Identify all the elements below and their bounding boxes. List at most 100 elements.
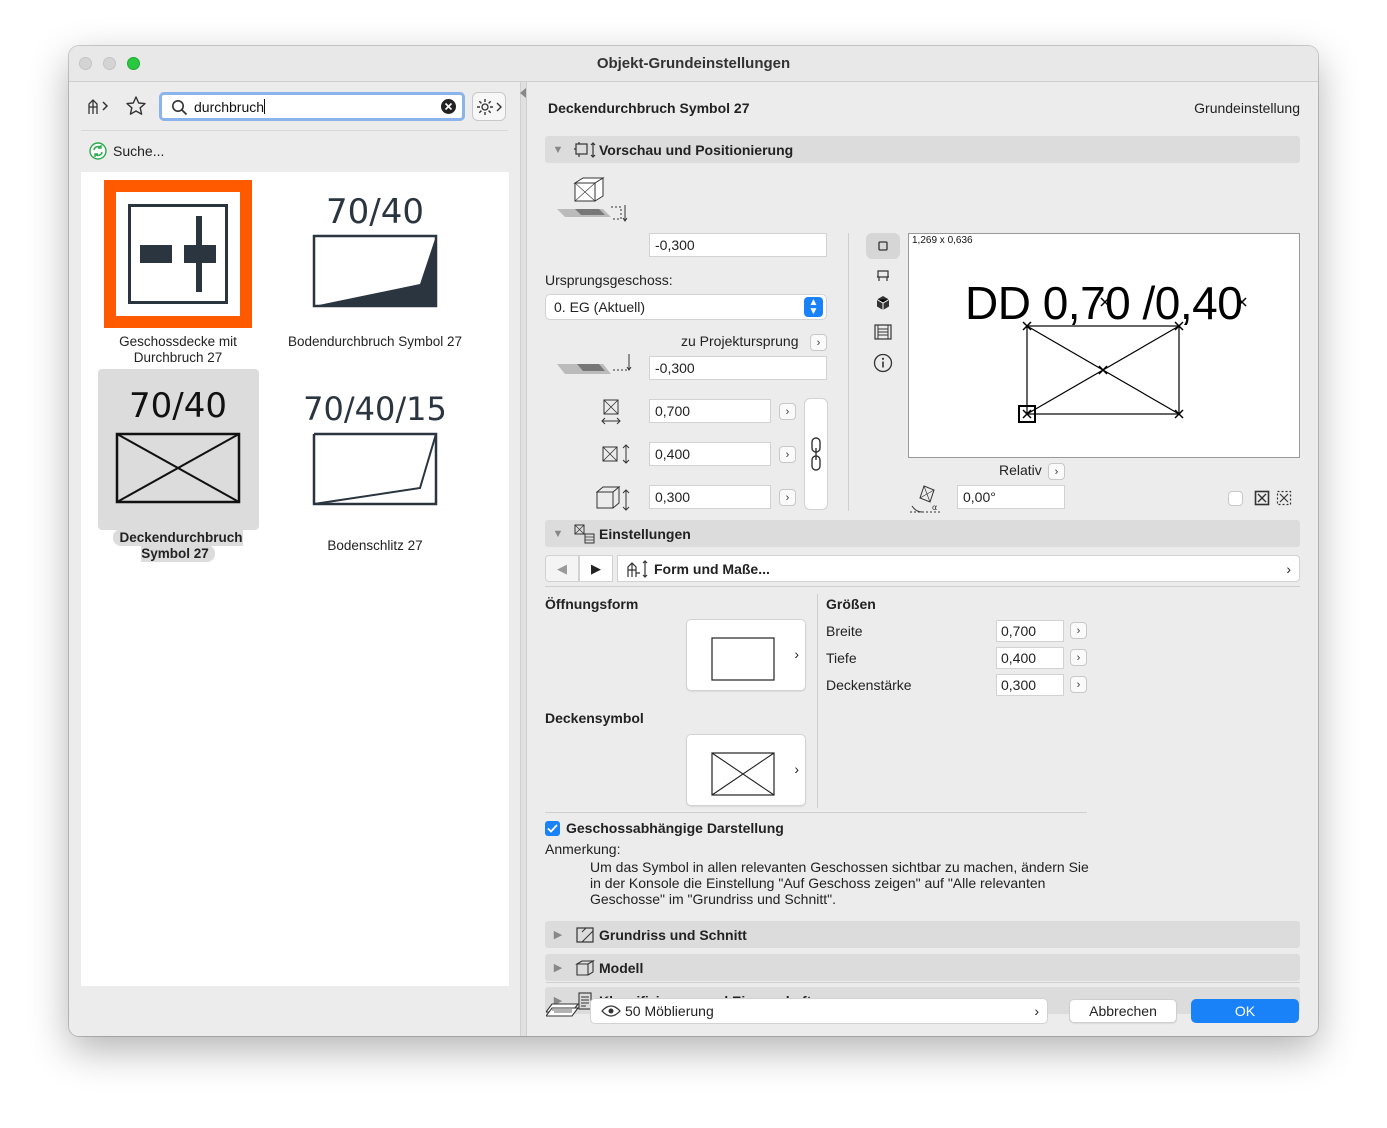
object-tile-label: Bodenschlitz 27 <box>327 538 423 553</box>
floorplan-view-button[interactable] <box>866 233 900 259</box>
checkmark-icon <box>547 824 558 833</box>
depth-input[interactable]: 0,400 <box>649 442 771 466</box>
object-thumbnail <box>104 180 252 328</box>
section-title: Grundriss und Schnitt <box>599 926 747 943</box>
expand-triangle-icon: ▶ <box>553 962 563 974</box>
ok-button[interactable]: OK <box>1191 999 1299 1023</box>
project-origin-toggle[interactable]: › <box>810 334 827 351</box>
origin-offset-icon <box>557 354 632 374</box>
chevron-right-icon: › <box>794 761 799 777</box>
width-input[interactable]: 0,700 <box>649 399 771 423</box>
section-floorplan-section[interactable]: ▶ Grundriss und Schnitt <box>545 921 1300 948</box>
note-text: Um das Symbol in allen relevanten Gescho… <box>590 859 1089 907</box>
object-tile-bodendurchbruch[interactable]: 70/40 Bodendurchbruch Symbol 27 <box>285 180 465 350</box>
object-tile-label: Geschossdecke mit Durchbruch 27 <box>119 334 237 365</box>
crossed-rectangle-icon <box>711 752 775 796</box>
slab-symbol-picker[interactable]: › <box>686 734 806 806</box>
size-depth-input[interactable]: 0,400 <box>996 647 1064 669</box>
slab-symbol-label: Deckensymbol <box>545 710 644 726</box>
object-thumbnail: 70/40 <box>93 376 263 524</box>
settings-panel: Deckendurchbruch Symbol 27 Grundeinstell… <box>528 82 1318 1036</box>
object-caption: 70/40 <box>129 386 227 426</box>
size-width-label: Breite <box>826 623 863 639</box>
mirror-dashed-icon[interactable] <box>1276 490 1292 506</box>
object-tile-geschossdecke[interactable]: Geschossdecke mit Durchbruch 27 <box>93 180 263 366</box>
floorplan-view-icon <box>878 241 888 251</box>
select-stepper-icon: ▲ ▼ <box>804 297 823 317</box>
collapse-triangle-icon: ▼ <box>552 527 564 540</box>
model-cube-icon <box>571 959 599 977</box>
depth-icon <box>602 444 630 464</box>
object-tile-label: Deckendurchbruch Symbol 27 <box>113 529 243 562</box>
3d-view-icon[interactable] <box>875 295 891 311</box>
object-preview-canvas[interactable]: 1,269 x 0,636 DD 0,70 /0,40 <box>908 233 1300 458</box>
collapse-panel-icon[interactable] <box>520 88 526 98</box>
size-thickness-input[interactable]: 0,300 <box>996 674 1064 696</box>
layer-value: 50 Möblierung <box>625 1003 714 1019</box>
mirror-icon[interactable] <box>1254 490 1270 506</box>
origin-offset-input[interactable]: -0,300 <box>649 356 827 380</box>
top-offset-input[interactable]: -0,300 <box>649 233 827 257</box>
shape-dimensions-icon <box>627 559 648 578</box>
chevron-right-icon: › <box>1286 560 1291 577</box>
cancel-button[interactable]: Abbrechen <box>1069 999 1177 1023</box>
panel-splitter[interactable] <box>520 82 527 1036</box>
size-thickness-arrow[interactable]: › <box>1070 676 1087 693</box>
project-origin-label: zu Projektursprung <box>681 333 799 349</box>
refresh-icon <box>89 142 107 160</box>
relative-toggle-button[interactable]: › <box>1048 463 1065 480</box>
size-width-arrow[interactable]: › <box>1070 622 1087 639</box>
prev-page-button[interactable]: ◀ <box>545 555 579 582</box>
dialog-window: Objekt-Grundeinstellungen durchbruch Suc… <box>69 46 1318 1036</box>
settings-page-select[interactable]: Form und Maße... › <box>617 555 1300 582</box>
preview-symbol-drawing <box>1018 297 1247 423</box>
rotation-angle-input[interactable]: 0,00° <box>957 485 1065 509</box>
window-title: Objekt-Grundeinstellungen <box>596 55 791 72</box>
side-view-icon[interactable] <box>875 268 891 284</box>
gear-icon <box>477 98 502 115</box>
search-input[interactable]: durchbruch <box>194 99 264 115</box>
opening-shape-picker[interactable]: › <box>686 619 806 691</box>
section-settings[interactable]: ▼ Einstellungen <box>545 520 1300 547</box>
expand-triangle-icon: ▶ <box>553 929 563 941</box>
object-tile-bodenschlitz[interactable]: 70/40/15 Bodenschlitz 27 <box>285 376 465 554</box>
rectangle-shape-icon <box>711 637 775 681</box>
library-folder-icon[interactable] <box>85 95 113 117</box>
object-caption: 70/40 <box>326 192 424 232</box>
settings-section-icon <box>571 524 599 544</box>
opening-shape-label: Öffnungsform <box>545 596 639 612</box>
clear-search-icon[interactable] <box>440 98 457 115</box>
mirror-checkbox[interactable] <box>1228 491 1243 506</box>
settings-menu-button[interactable] <box>472 92 506 121</box>
eye-icon <box>601 1005 621 1017</box>
info-icon[interactable] <box>873 353 893 373</box>
section-model[interactable]: ▶ Modell <box>545 954 1300 981</box>
height-input[interactable]: 0,300 <box>649 485 771 509</box>
size-depth-arrow[interactable]: › <box>1070 649 1087 666</box>
section-view-icon[interactable] <box>873 323 893 341</box>
layer-select[interactable]: 50 Möblierung › <box>590 998 1048 1024</box>
chain-link-icon <box>811 437 821 471</box>
search-field[interactable]: durchbruch <box>159 92 465 121</box>
size-thickness-label: Deckenstärke <box>826 677 912 693</box>
sizes-label: Größen <box>826 596 876 612</box>
top-offset-icon <box>557 177 628 222</box>
layers-icon[interactable] <box>546 1000 580 1022</box>
section-preview-positioning[interactable]: ▼ Vorschau und Positionierung <box>545 136 1300 163</box>
searching-label: Suche... <box>113 143 165 159</box>
section-title: Einstellungen <box>599 525 691 542</box>
home-story-select[interactable]: 0. EG (Aktuell) ▲ ▼ <box>545 294 827 320</box>
chevron-right-icon: › <box>1034 1003 1039 1019</box>
height-arrow-button[interactable]: › <box>779 489 796 506</box>
size-depth-label: Tiefe <box>826 650 857 666</box>
object-thumbnail: 70/40 <box>285 180 465 328</box>
next-page-button[interactable]: ▶ <box>579 555 613 582</box>
size-width-input[interactable]: 0,700 <box>996 620 1064 642</box>
depth-arrow-button[interactable]: › <box>779 446 796 463</box>
object-tile-deckendurchbruch-selected[interactable]: 70/40 Deckendurchbruch Symbol 27 <box>93 376 263 562</box>
story-sensitive-checkbox[interactable] <box>545 821 560 836</box>
link-proportions-button[interactable] <box>804 398 828 510</box>
favorites-star-icon[interactable] <box>124 94 148 118</box>
width-arrow-button[interactable]: › <box>779 403 796 420</box>
object-grid: Geschossdecke mit Durchbruch 27 70/40 Bo… <box>81 172 509 986</box>
